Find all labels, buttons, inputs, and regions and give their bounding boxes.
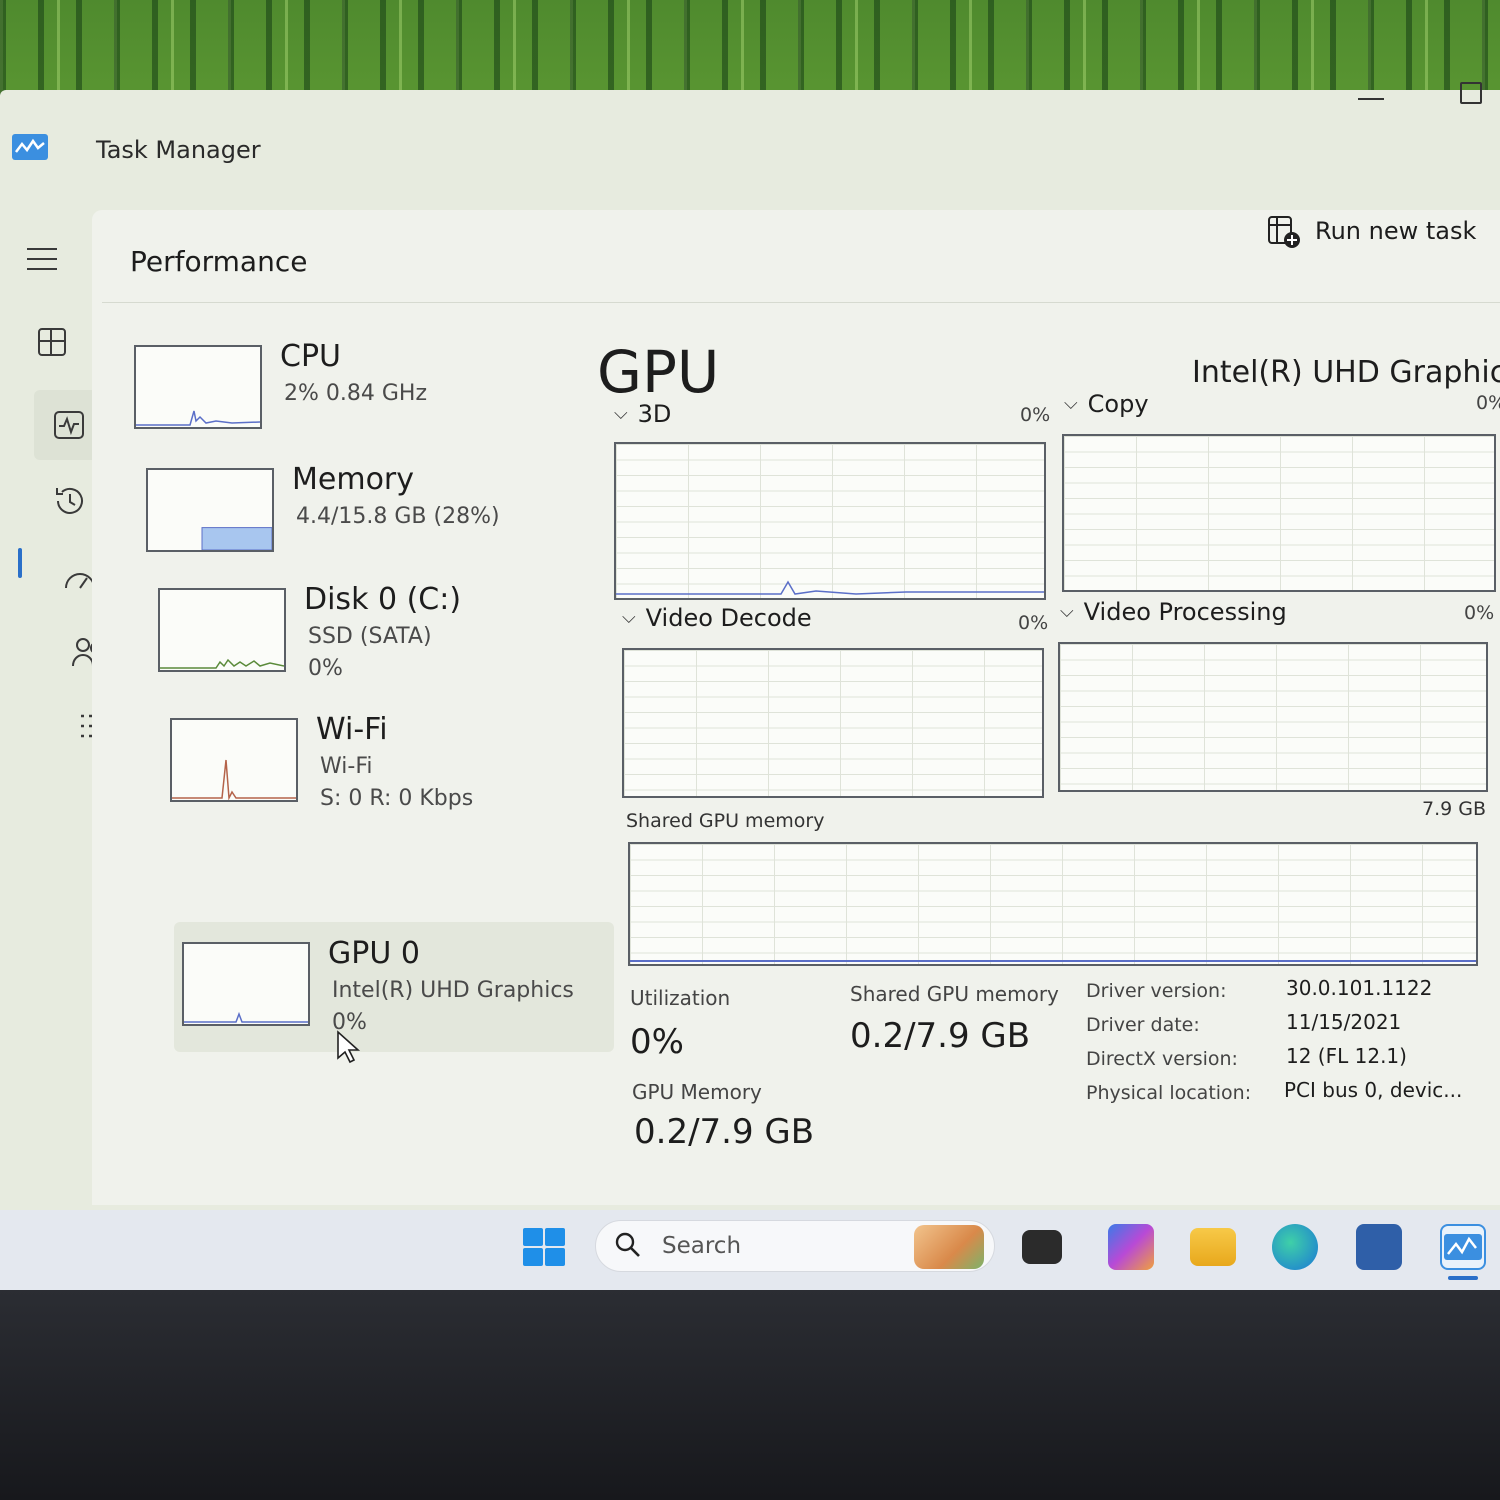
info-key: Physical location: bbox=[1086, 1082, 1252, 1104]
device-item-disk[interactable]: Disk 0 (C:) SSD (SATA) 0% bbox=[150, 568, 590, 688]
engine-percent: 0% bbox=[1020, 404, 1051, 426]
microsoft-store-icon[interactable] bbox=[1356, 1224, 1402, 1270]
device-name: Memory bbox=[292, 462, 415, 497]
processes-icon[interactable] bbox=[28, 318, 76, 366]
disk-thumbnail-graph bbox=[158, 588, 286, 672]
microsoft-365-icon[interactable] bbox=[1108, 1224, 1154, 1270]
taskbar: Search bbox=[0, 1210, 1500, 1290]
engine-selector-copy[interactable]: ⌵ Copy bbox=[1064, 390, 1149, 418]
chevron-down-icon: ⌵ bbox=[1064, 393, 1078, 414]
edge-browser-icon[interactable] bbox=[1272, 1224, 1318, 1270]
chevron-down-icon: ⌵ bbox=[622, 607, 636, 628]
shared-memory-graph-label: Shared GPU memory bbox=[626, 810, 825, 832]
device-detail-secondary: 0% bbox=[308, 656, 343, 681]
device-detail: Intel(R) UHD Graphics bbox=[332, 978, 574, 1003]
info-key: Driver version: bbox=[1086, 980, 1227, 1002]
title-bar[interactable]: Task Manager bbox=[0, 82, 1500, 200]
task-view-icon[interactable] bbox=[1022, 1230, 1062, 1264]
info-key: Driver date: bbox=[1086, 1014, 1200, 1036]
cpu-thumbnail-graph bbox=[134, 345, 262, 429]
task-manager-taskbar-icon[interactable] bbox=[1440, 1224, 1486, 1270]
chevron-down-icon: ⌵ bbox=[1060, 601, 1074, 622]
active-indicator bbox=[18, 548, 22, 578]
engine-percent: 0% bbox=[1018, 612, 1049, 634]
info-value: 12 (FL 12.1) bbox=[1286, 1044, 1407, 1068]
device-detail-secondary: S: 0 R: 0 Kbps bbox=[320, 786, 474, 811]
graph-shared-gpu-memory bbox=[628, 842, 1478, 966]
gpu-memory-label: GPU Memory bbox=[632, 1080, 762, 1104]
maximize-button[interactable] bbox=[1460, 82, 1482, 104]
utilization-label: Utilization bbox=[630, 986, 731, 1010]
info-value: 11/15/2021 bbox=[1286, 1010, 1402, 1034]
engine-selector-video-processing[interactable]: ⌵ Video Processing bbox=[1060, 598, 1287, 626]
mouse-pointer-icon bbox=[336, 1030, 364, 1068]
task-manager-window: Task Manager Performance Run new task CP… bbox=[0, 82, 1500, 1210]
engine-selector-3d[interactable]: ⌵ 3D bbox=[614, 400, 671, 428]
shared-gpu-memory-value: 0.2/7.9 GB bbox=[850, 1016, 1031, 1056]
header-divider bbox=[102, 302, 1500, 303]
device-item-cpu[interactable]: CPU 2% 0.84 GHz bbox=[126, 325, 566, 445]
engine-percent: 0% bbox=[1476, 392, 1500, 414]
graph-video-processing bbox=[1058, 642, 1488, 792]
engine-selector-video-decode[interactable]: ⌵ Video Decode bbox=[622, 604, 812, 632]
taskbar-search[interactable]: Search bbox=[595, 1220, 995, 1272]
navigation-rail bbox=[0, 230, 119, 1210]
utilization-value: 0% bbox=[630, 1022, 684, 1062]
device-item-gpu[interactable]: GPU 0 Intel(R) UHD Graphics 0% bbox=[174, 922, 614, 1052]
device-name: Wi-Fi bbox=[316, 712, 388, 747]
search-icon bbox=[614, 1231, 642, 1266]
memory-usage-fill bbox=[201, 527, 272, 550]
gpu-memory-value: 0.2/7.9 GB bbox=[634, 1112, 815, 1152]
device-detail: 4.4/15.8 GB (28%) bbox=[296, 504, 500, 529]
graph-copy bbox=[1062, 434, 1496, 592]
search-highlight-image bbox=[914, 1225, 984, 1269]
content-pane: Performance Run new task CPU 2% 0.84 GHz… bbox=[92, 210, 1500, 1205]
minimize-button[interactable] bbox=[1358, 90, 1384, 100]
device-name: Disk 0 (C:) bbox=[304, 582, 462, 617]
info-key: DirectX version: bbox=[1086, 1048, 1238, 1070]
running-app-indicator bbox=[1448, 1276, 1478, 1280]
gpu-thumbnail-graph bbox=[182, 942, 310, 1026]
shared-gpu-memory-label: Shared GPU memory bbox=[850, 982, 1059, 1006]
graph-video-decode bbox=[622, 648, 1044, 798]
app-history-icon[interactable] bbox=[46, 477, 94, 525]
device-item-wifi[interactable]: Wi-Fi Wi-Fi S: 0 R: 0 Kbps bbox=[162, 698, 602, 818]
run-new-task-icon bbox=[1267, 215, 1300, 248]
file-explorer-icon[interactable] bbox=[1190, 1228, 1236, 1266]
hamburger-menu-icon[interactable] bbox=[18, 235, 66, 283]
search-placeholder: Search bbox=[662, 1233, 742, 1259]
info-value: PCI bus 0, devic... bbox=[1284, 1078, 1463, 1102]
gpu-title: GPU bbox=[597, 338, 720, 406]
run-new-task-button[interactable]: Run new task bbox=[1267, 215, 1477, 248]
device-item-memory[interactable]: Memory 4.4/15.8 GB (28%) bbox=[138, 448, 578, 568]
engine-percent: 0% bbox=[1464, 602, 1495, 624]
memory-thumbnail-graph bbox=[146, 468, 274, 552]
device-detail: 2% 0.84 GHz bbox=[284, 381, 428, 406]
info-value: 30.0.101.1122 bbox=[1286, 976, 1433, 1000]
start-button-icon[interactable] bbox=[523, 1228, 567, 1268]
window-title: Task Manager bbox=[96, 136, 261, 164]
device-name: CPU bbox=[280, 339, 341, 374]
shared-memory-graph-max: 7.9 GB bbox=[1422, 798, 1487, 820]
device-name: GPU 0 bbox=[328, 936, 420, 971]
page-title: Performance bbox=[130, 245, 308, 278]
wifi-thumbnail-graph bbox=[170, 718, 298, 802]
device-detail: Wi-Fi bbox=[320, 754, 373, 779]
task-manager-app-icon bbox=[12, 134, 48, 160]
run-new-task-label: Run new task bbox=[1315, 217, 1477, 245]
graph-3d bbox=[614, 442, 1046, 600]
gpu-model-name: Intel(R) UHD Graphic bbox=[1192, 355, 1500, 390]
laptop-bezel bbox=[0, 1290, 1500, 1500]
device-detail: SSD (SATA) bbox=[308, 624, 432, 649]
chevron-down-icon: ⌵ bbox=[614, 403, 628, 424]
